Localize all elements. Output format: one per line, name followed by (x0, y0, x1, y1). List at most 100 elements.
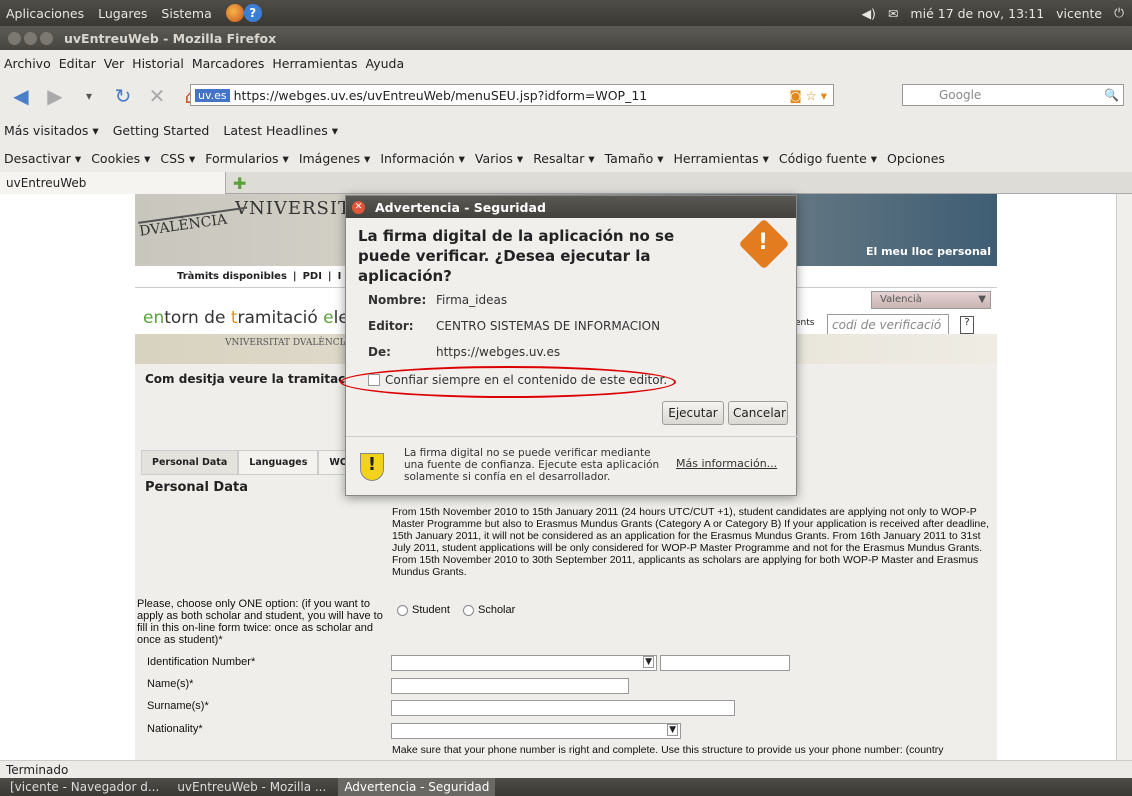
window-title: uvEntreuWeb - Mozilla Firefox (64, 30, 277, 46)
nombre-label: Nombre: (368, 293, 427, 307)
dialog-close-icon[interactable]: ✕ (352, 200, 365, 214)
url-text[interactable]: https://webges.uv.es/uvEntreuWeb/menuSEU… (234, 88, 648, 103)
power-icon[interactable]: ⏻ (1114, 5, 1124, 21)
shield-warning-icon: ! (360, 453, 384, 481)
deadline-notice: From 15th November 2010 to 15th January … (392, 506, 990, 578)
tab-label: uvEntreuWeb (6, 176, 87, 190)
nationality-label: Nationality* (147, 723, 203, 735)
status-bar: Terminado (0, 760, 1132, 778)
back-icon[interactable]: ◀ (8, 83, 34, 109)
names-input[interactable] (391, 678, 629, 694)
gnome-top-panel: Aplicaciones Lugares Sistema ? ◀) ✉ mié … (0, 0, 1132, 26)
bookmark-getting-started[interactable]: Getting Started (113, 123, 210, 138)
forward-icon[interactable]: ▶ (42, 83, 68, 109)
dev-varios[interactable]: Varios ▾ (475, 151, 523, 166)
dev-imagenes[interactable]: Imágenes ▾ (299, 151, 371, 166)
search-icon[interactable]: 🔍 (1104, 88, 1119, 102)
history-dropdown-icon[interactable]: ▾ (76, 83, 102, 109)
dev-formularios[interactable]: Formularios ▾ (205, 151, 289, 166)
menu-sistema[interactable]: Sistema (161, 6, 211, 21)
verification-code-input[interactable]: codi de verificació (827, 314, 949, 336)
trust-publisher-label[interactable]: Confiar siempre en el contenido de este … (385, 373, 667, 387)
dev-herramientas[interactable]: Herramientas ▾ (674, 151, 769, 166)
close-window-button[interactable] (8, 31, 21, 45)
help-icon[interactable]: ? (243, 4, 262, 22)
clock[interactable]: mié 17 de nov, 13:11 (910, 6, 1044, 21)
menu-aplicaciones[interactable]: Aplicaciones (6, 6, 84, 21)
nombre-value: Firma_ideas (436, 293, 508, 307)
new-tab-icon[interactable]: ✚ (233, 174, 246, 193)
surnames-input[interactable] (391, 700, 735, 716)
bookmark-latest-headlines[interactable]: Latest Headlines ▾ (223, 123, 338, 138)
warning-exclamation-icon: ! (758, 230, 769, 255)
menu-ayuda[interactable]: Ayuda (366, 56, 405, 71)
cancel-button[interactable]: Cancelar (728, 401, 788, 425)
student-radio[interactable] (397, 604, 408, 616)
menu-archivo[interactable]: Archivo (4, 56, 51, 71)
menu-historial[interactable]: Historial (132, 56, 184, 71)
task-firefox[interactable]: uvEntreuWeb - Mozilla ... (171, 778, 332, 796)
verify-icon[interactable]: ? (960, 316, 974, 334)
mail-icon[interactable]: ✉ (888, 6, 898, 21)
menu-herramientas[interactable]: Herramientas (272, 56, 357, 71)
meu-lloc-personal-link[interactable]: El meu lloc personal (866, 245, 991, 258)
language-select[interactable]: Valencià ▼ (871, 291, 991, 309)
status-text: Terminado (6, 762, 69, 777)
menubar: Archivo Editar Ver Historial Marcadores … (0, 50, 1132, 76)
dialog-title: Advertencia - Seguridad (375, 199, 546, 215)
stop-icon[interactable]: ✕ (144, 83, 170, 109)
site-identity-badge[interactable]: uv.es (195, 88, 230, 102)
menu-lugares[interactable]: Lugares (98, 6, 147, 21)
task-file-browser[interactable]: [vicente - Navegador d... (4, 778, 165, 796)
editor-label: Editor: (368, 319, 414, 333)
secondary-univ-logo: VNIVERSITAT DVALÈNCIA (225, 338, 350, 348)
task-security-dialog[interactable]: Advertencia - Seguridad (338, 778, 496, 796)
trust-publisher-checkbox[interactable] (368, 374, 380, 386)
dev-opciones[interactable]: Opciones (887, 151, 945, 166)
trust-publisher-row[interactable]: Confiar siempre en el contenido de este … (368, 373, 667, 387)
dev-codigo-fuente[interactable]: Código fuente ▾ (779, 151, 877, 166)
firefox-launcher-icon[interactable] (225, 4, 244, 22)
phone-note: Make sure that your phone number is righ… (392, 744, 944, 756)
reload-icon[interactable]: ↻ (110, 83, 136, 109)
dev-tamano[interactable]: Tamaño ▾ (605, 151, 664, 166)
scholar-radio[interactable] (462, 604, 474, 616)
personal-data-title: Personal Data (145, 480, 248, 495)
minimize-window-button[interactable] (24, 31, 37, 45)
rss-icon[interactable]: ◙ ☆ ▾ (789, 88, 827, 103)
dev-css[interactable]: CSS ▾ (160, 151, 195, 166)
tab-personal-data[interactable]: Personal Data (141, 450, 239, 475)
dev-desactivar[interactable]: Desactivar ▾ (4, 151, 81, 166)
id-type-select[interactable]: ▼ (391, 655, 657, 671)
page-scrollbar[interactable] (1116, 194, 1132, 760)
user-name[interactable]: vicente (1056, 6, 1102, 21)
volume-icon[interactable]: ◀) (861, 6, 876, 21)
menu-editar[interactable]: Editar (59, 56, 96, 71)
nav-tramits-disponibles[interactable]: Tràmits disponibles (177, 271, 287, 282)
tab-uventreuweb[interactable]: uvEntreuWeb (0, 172, 226, 194)
run-button[interactable]: Ejecutar (662, 401, 724, 425)
nav-pdi[interactable]: PDI (303, 271, 322, 282)
more-info-link[interactable]: Más información... (676, 457, 777, 470)
dev-cookies[interactable]: Cookies ▾ (91, 151, 150, 166)
menu-ver[interactable]: Ver (104, 56, 124, 71)
valencia-seal: DVALÈNCIA (138, 206, 254, 266)
id-number-label: Identification Number* (147, 656, 256, 668)
search-box[interactable]: Google 🔍 (902, 84, 1124, 106)
dialog-titlebar[interactable]: ✕ Advertencia - Seguridad (346, 196, 796, 218)
dev-informacion[interactable]: Información ▾ (380, 151, 465, 166)
window-titlebar[interactable]: uvEntreuWeb - Mozilla Firefox (0, 26, 1132, 50)
bookmarks-toolbar: Más visitados ▾ Getting Started Latest H… (0, 116, 1132, 144)
dev-resaltar[interactable]: Resaltar ▾ (533, 151, 594, 166)
entorn-title: entorn de tramitació electr (143, 308, 372, 328)
menu-marcadores[interactable]: Marcadores (192, 56, 265, 71)
web-developer-toolbar: Desactivar ▾ Cookies ▾ CSS ▾ Formularios… (0, 144, 1132, 172)
nationality-select[interactable]: ▼ (391, 723, 681, 739)
bookmark-most-visited[interactable]: Más visitados ▾ (4, 123, 99, 138)
id-number-input[interactable] (660, 655, 790, 671)
tab-languages[interactable]: Languages (238, 450, 319, 475)
maximize-window-button[interactable] (40, 31, 53, 45)
nav-more[interactable]: I (338, 271, 342, 282)
url-bar[interactable]: uv.es https://webges.uv.es/uvEntreuWeb/m… (190, 84, 834, 106)
form-tabs: Personal Data Languages WOP- (141, 450, 370, 475)
